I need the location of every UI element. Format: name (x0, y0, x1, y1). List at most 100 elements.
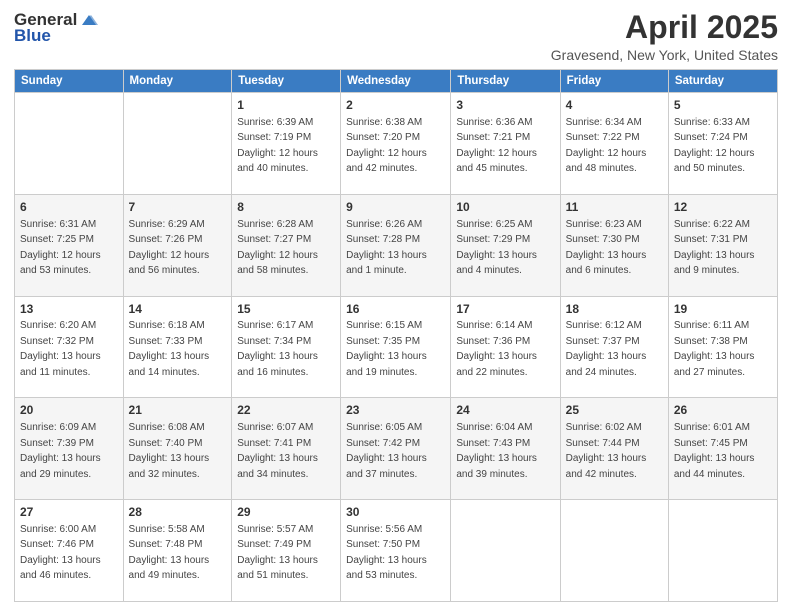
day-number: 27 (20, 504, 118, 521)
day-number: 30 (346, 504, 445, 521)
calendar-week-row: 27 Sunrise: 6:00 AMSunset: 7:46 PMDayligh… (15, 500, 778, 602)
table-row: 20 Sunrise: 6:09 AMSunset: 7:39 PMDayligh… (15, 398, 124, 500)
table-row: 10 Sunrise: 6:25 AMSunset: 7:29 PMDayligh… (451, 194, 560, 296)
day-number: 14 (129, 301, 227, 318)
table-row: 6Sunrise: 6:31 AMSunset: 7:25 PMDaylight… (15, 194, 124, 296)
table-row (451, 500, 560, 602)
table-row: 9 Sunrise: 6:26 AMSunset: 7:28 PMDaylight… (341, 194, 451, 296)
cell-text: Sunrise: 6:12 AMSunset: 7:37 PMDaylight:… (566, 320, 647, 378)
day-number: 28 (129, 504, 227, 521)
day-number: 8 (237, 199, 335, 216)
header: General Blue April 2025 Gravesend, New Y… (14, 10, 778, 63)
col-thursday: Thursday (451, 70, 560, 93)
table-row: 15 Sunrise: 6:17 AMSunset: 7:34 PMDayligh… (232, 296, 341, 398)
cell-text: Sunrise: 6:23 AMSunset: 7:30 PMDaylight:… (566, 219, 647, 277)
day-number: 18 (566, 301, 663, 318)
col-sunday: Sunday (15, 70, 124, 93)
day-number: 26 (674, 402, 772, 419)
col-saturday: Saturday (668, 70, 777, 93)
day-number: 5 (674, 97, 772, 114)
table-row: 17 Sunrise: 6:14 AMSunset: 7:36 PMDayligh… (451, 296, 560, 398)
cell-text: Sunrise: 6:22 AMSunset: 7:31 PMDaylight:… (674, 219, 755, 277)
cell-text: Sunrise: 6:09 AMSunset: 7:39 PMDaylight:… (20, 422, 101, 480)
calendar: Sunday Monday Tuesday Wednesday Thursday… (14, 69, 778, 602)
table-row: 12 Sunrise: 6:22 AMSunset: 7:31 PMDayligh… (668, 194, 777, 296)
day-number: 1 (237, 97, 335, 114)
day-number: 16 (346, 301, 445, 318)
table-row (560, 500, 668, 602)
cell-text: Sunrise: 6:18 AMSunset: 7:33 PMDaylight:… (129, 320, 210, 378)
table-row: 4Sunrise: 6:34 AMSunset: 7:22 PMDaylight… (560, 93, 668, 195)
table-row: 29Sunrise: 5:57 AMSunset: 7:49 PMDayligh… (232, 500, 341, 602)
logo-icon (80, 11, 98, 29)
day-number: 3 (456, 97, 554, 114)
table-row (15, 93, 124, 195)
day-number: 13 (20, 301, 118, 318)
cell-text: Sunrise: 6:33 AMSunset: 7:24 PMDaylight:… (674, 117, 755, 175)
day-number: 22 (237, 402, 335, 419)
cell-text: Sunrise: 6:04 AMSunset: 7:43 PMDaylight:… (456, 422, 537, 480)
cell-text: Sunrise: 6:34 AMSunset: 7:22 PMDaylight:… (566, 117, 647, 175)
cell-text: Sunrise: 6:20 AMSunset: 7:32 PMDaylight:… (20, 320, 101, 378)
table-row (668, 500, 777, 602)
cell-text: Sunrise: 6:26 AMSunset: 7:28 PMDaylight:… (346, 219, 427, 277)
cell-text: Sunrise: 6:36 AMSunset: 7:21 PMDaylight:… (456, 117, 537, 175)
cell-text: Sunrise: 6:15 AMSunset: 7:35 PMDaylight:… (346, 320, 427, 378)
table-row: 18 Sunrise: 6:12 AMSunset: 7:37 PMDayligh… (560, 296, 668, 398)
cell-text: Sunrise: 6:00 AMSunset: 7:46 PMDaylight:… (20, 524, 101, 582)
title-section: April 2025 Gravesend, New York, United S… (551, 10, 778, 63)
cell-text: Sunrise: 6:38 AMSunset: 7:20 PMDaylight:… (346, 117, 427, 175)
table-row: 24 Sunrise: 6:04 AMSunset: 7:43 PMDayligh… (451, 398, 560, 500)
table-row: 3 Sunrise: 6:36 AMSunset: 7:21 PMDaylight… (451, 93, 560, 195)
table-row (123, 93, 232, 195)
day-number: 2 (346, 97, 445, 114)
cell-text: Sunrise: 6:17 AMSunset: 7:34 PMDaylight:… (237, 320, 318, 378)
col-tuesday: Tuesday (232, 70, 341, 93)
day-number: 12 (674, 199, 772, 216)
table-row: 25Sunrise: 6:02 AMSunset: 7:44 PMDayligh… (560, 398, 668, 500)
day-number: 11 (566, 199, 663, 216)
col-monday: Monday (123, 70, 232, 93)
table-row: 30 Sunrise: 5:56 AMSunset: 7:50 PMDayligh… (341, 500, 451, 602)
calendar-week-row: 6Sunrise: 6:31 AMSunset: 7:25 PMDaylight… (15, 194, 778, 296)
cell-text: Sunrise: 6:07 AMSunset: 7:41 PMDaylight:… (237, 422, 318, 480)
calendar-week-row: 1 Sunrise: 6:39 AMSunset: 7:19 PMDaylight… (15, 93, 778, 195)
day-number: 9 (346, 199, 445, 216)
day-number: 7 (129, 199, 227, 216)
cell-text: Sunrise: 6:29 AMSunset: 7:26 PMDaylight:… (129, 219, 210, 277)
cell-text: Sunrise: 6:08 AMSunset: 7:40 PMDaylight:… (129, 422, 210, 480)
table-row: 22 Sunrise: 6:07 AMSunset: 7:41 PMDayligh… (232, 398, 341, 500)
day-number: 24 (456, 402, 554, 419)
page: General Blue April 2025 Gravesend, New Y… (0, 0, 792, 612)
table-row: 28Sunrise: 5:58 AMSunset: 7:48 PMDayligh… (123, 500, 232, 602)
table-row: 14 Sunrise: 6:18 AMSunset: 7:33 PMDayligh… (123, 296, 232, 398)
day-number: 17 (456, 301, 554, 318)
logo-text-blue: Blue (14, 26, 51, 46)
cell-text: Sunrise: 6:05 AMSunset: 7:42 PMDaylight:… (346, 422, 427, 480)
calendar-week-row: 13 Sunrise: 6:20 AMSunset: 7:32 PMDayligh… (15, 296, 778, 398)
day-number: 29 (237, 504, 335, 521)
col-wednesday: Wednesday (341, 70, 451, 93)
cell-text: Sunrise: 6:01 AMSunset: 7:45 PMDaylight:… (674, 422, 755, 480)
cell-text: Sunrise: 6:39 AMSunset: 7:19 PMDaylight:… (237, 117, 318, 175)
day-number: 25 (566, 402, 663, 419)
table-row: 5 Sunrise: 6:33 AMSunset: 7:24 PMDaylight… (668, 93, 777, 195)
cell-text: Sunrise: 6:14 AMSunset: 7:36 PMDaylight:… (456, 320, 537, 378)
logo: General Blue (14, 10, 98, 46)
day-number: 15 (237, 301, 335, 318)
day-number: 21 (129, 402, 227, 419)
day-number: 20 (20, 402, 118, 419)
table-row: 13 Sunrise: 6:20 AMSunset: 7:32 PMDayligh… (15, 296, 124, 398)
table-row: 1 Sunrise: 6:39 AMSunset: 7:19 PMDaylight… (232, 93, 341, 195)
cell-text: Sunrise: 6:25 AMSunset: 7:29 PMDaylight:… (456, 219, 537, 277)
table-row: 19Sunrise: 6:11 AMSunset: 7:38 PMDayligh… (668, 296, 777, 398)
day-number: 10 (456, 199, 554, 216)
cell-text: Sunrise: 5:56 AMSunset: 7:50 PMDaylight:… (346, 524, 427, 582)
table-row: 2 Sunrise: 6:38 AMSunset: 7:20 PMDaylight… (341, 93, 451, 195)
calendar-week-row: 20 Sunrise: 6:09 AMSunset: 7:39 PMDayligh… (15, 398, 778, 500)
col-friday: Friday (560, 70, 668, 93)
cell-text: Sunrise: 6:28 AMSunset: 7:27 PMDaylight:… (237, 219, 318, 277)
table-row: 16 Sunrise: 6:15 AMSunset: 7:35 PMDayligh… (341, 296, 451, 398)
day-number: 23 (346, 402, 445, 419)
main-title: April 2025 (551, 10, 778, 45)
